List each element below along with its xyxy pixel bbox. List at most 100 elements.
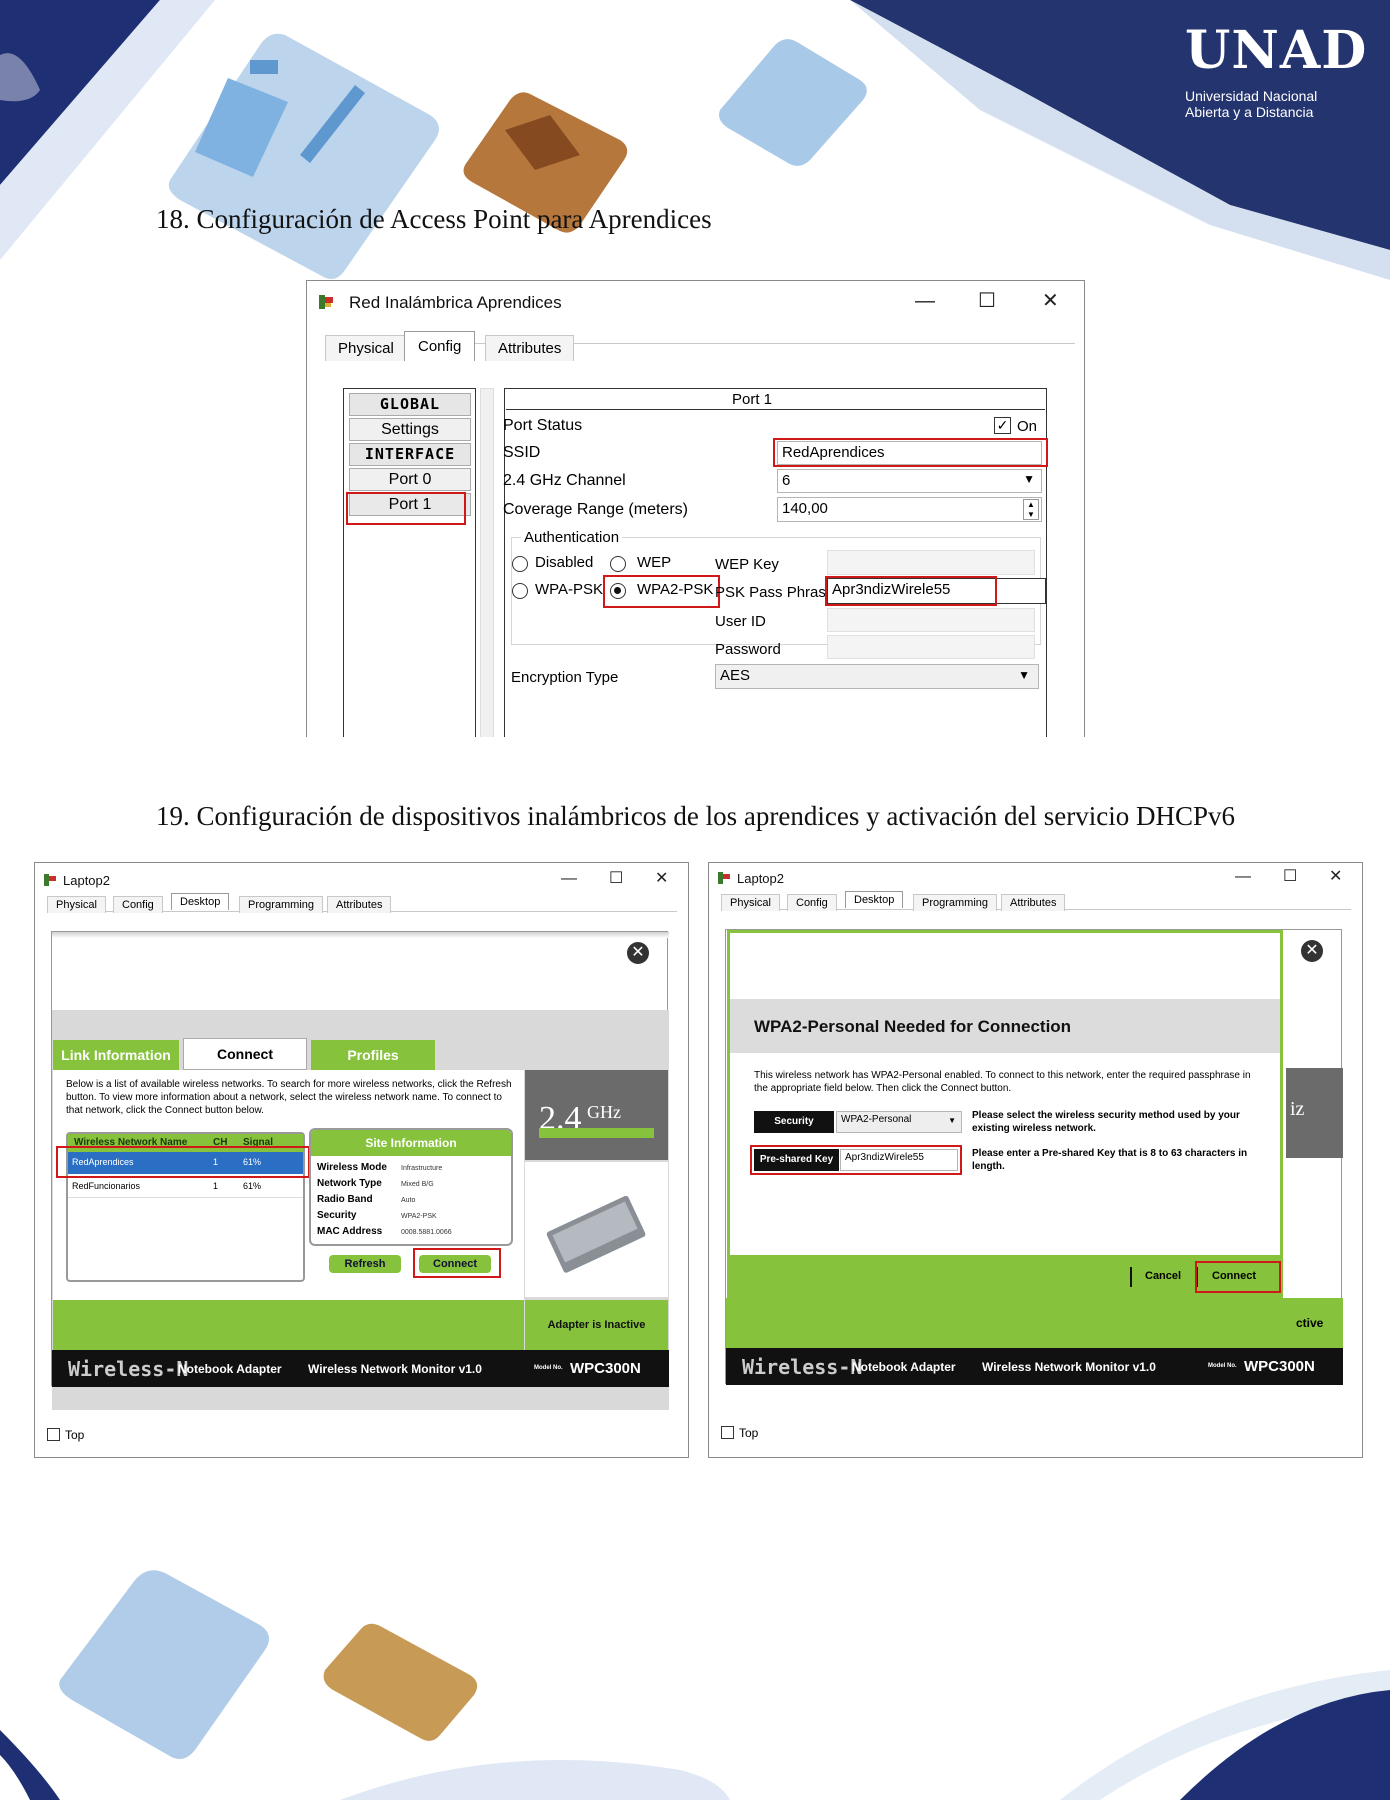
tab-programming[interactable]: Programming (913, 894, 998, 911)
value-network-type: Mixed B/G (401, 1181, 434, 1188)
chevron-down-icon: ▼ (1023, 472, 1035, 486)
tab-desktop[interactable]: Desktop (171, 893, 230, 910)
footer-product: Notebook Adapter (178, 1362, 282, 1376)
auth-legend: Authentication (521, 529, 623, 546)
ssid-input[interactable]: RedAprendices (777, 441, 1042, 465)
auth-wep-label: WEP (637, 554, 672, 571)
top-checkbox[interactable] (721, 1426, 734, 1439)
channel-value: 6 (782, 472, 791, 489)
ghz-partial: iz (1290, 1098, 1305, 1120)
psk-input[interactable]: Apr3ndizWirele55 (840, 1149, 958, 1171)
tab-programming[interactable]: Programming (239, 896, 324, 913)
window-title: Red Inalámbrica Aprendices (349, 293, 562, 312)
encryption-select[interactable]: AES ▼ (715, 664, 1039, 689)
connect-description: Below is a list of available wireless ne… (66, 1079, 512, 1116)
subtab-connect[interactable]: Connect (183, 1038, 307, 1070)
network-name: RedAprendices (72, 1157, 134, 1167)
site-info-values: Infrastructure Mixed B/G Auto WPA2-PSK 0… (401, 1161, 452, 1241)
refresh-button[interactable]: Refresh (329, 1255, 401, 1273)
user-id-input[interactable] (827, 608, 1035, 632)
close-button[interactable]: ✕ (655, 871, 668, 887)
password-input[interactable] (827, 635, 1035, 659)
key-mac-address: MAC Address (317, 1226, 383, 1237)
connect-button[interactable]: Connect (1212, 1270, 1256, 1282)
minimize-button[interactable]: — (561, 871, 577, 887)
cancel-button[interactable]: Cancel (1145, 1270, 1181, 1282)
network-signal: 61% (243, 1157, 262, 1167)
wpa2-dialog: WPA2-Personal Needed for Connection This… (727, 930, 1283, 1301)
subtab-link-information[interactable]: Link Information (53, 1040, 179, 1070)
value-mac-address: 0008.5881.0066 (401, 1229, 452, 1236)
nav-scrollbar[interactable] (480, 388, 494, 737)
tab-physical[interactable]: Physical (325, 335, 407, 361)
app-icon (717, 871, 731, 885)
port-status-value: On (1017, 418, 1038, 435)
radio-disabled[interactable] (512, 556, 528, 572)
close-icon[interactable]: ✕ (627, 942, 649, 964)
maximize-button[interactable]: ☐ (609, 871, 623, 887)
tab-attributes[interactable]: Attributes (485, 335, 575, 361)
key-wireless-mode: Wireless Mode (317, 1162, 387, 1173)
laptop-window-right: Laptop2 — ☐ ✕ Physical Config Desktop Pr… (708, 862, 1363, 1458)
security-select[interactable]: WPA2-Personal ▼ (836, 1111, 962, 1133)
network-ch: 1 (213, 1157, 219, 1167)
tab-config[interactable]: Config (787, 894, 837, 911)
security-help: Please select the wireless security meth… (972, 1110, 1240, 1134)
tab-attributes[interactable]: Attributes (1001, 894, 1066, 911)
tab-desktop[interactable]: Desktop (845, 891, 904, 908)
nav-interface[interactable]: INTERFACE (349, 443, 471, 466)
tab-config[interactable]: Config (113, 896, 163, 913)
subtab-profiles[interactable]: Profiles (311, 1040, 435, 1070)
nav-port-1[interactable]: Port 1 (349, 493, 471, 516)
radio-wep[interactable] (610, 556, 626, 572)
channel-select[interactable]: 6 ▼ (777, 469, 1042, 493)
close-button[interactable]: ✕ (1329, 869, 1342, 885)
nav-settings[interactable]: Settings (349, 418, 471, 441)
wep-key-label: WEP Key (715, 556, 779, 573)
wireless-monitor: ✕ Link Information Connect Profiles Belo… (51, 931, 669, 1410)
spinner-icon[interactable]: ▲ ▼ (1023, 499, 1039, 520)
auth-disabled-label: Disabled (535, 554, 594, 571)
monitor-footer: Wireless-N Notebook Adapter Wireless Net… (52, 1350, 669, 1387)
adapter-status-partial: ctive (1296, 1316, 1324, 1330)
minimize-button[interactable]: — (915, 291, 935, 311)
close-button[interactable]: ✕ (1042, 291, 1059, 311)
minimize-button[interactable]: — (1235, 869, 1251, 885)
tab-config[interactable]: Config (404, 331, 476, 361)
ghz-unit: GHz (587, 1102, 621, 1122)
footer-model: WPC300N (1244, 1358, 1315, 1375)
maximize-button[interactable]: ☐ (1283, 869, 1297, 885)
nav-global[interactable]: GLOBAL (349, 393, 471, 416)
coverage-input[interactable]: 140,00 ▲ ▼ (777, 497, 1042, 522)
col-name: Wireless Network Name (74, 1137, 188, 1148)
radio-wpa2-psk[interactable] (610, 583, 626, 599)
table-row[interactable]: RedFuncionarios 1 61% (68, 1176, 303, 1198)
network-name: RedFuncionarios (72, 1181, 141, 1191)
tab-attributes[interactable]: Attributes (327, 896, 392, 913)
radio-wpa-psk[interactable] (512, 583, 528, 599)
close-icon[interactable]: ✕ (1301, 940, 1323, 962)
tab-physical[interactable]: Physical (721, 894, 780, 911)
wep-key-input[interactable] (827, 550, 1035, 575)
port-status-label: Port Status (503, 417, 583, 434)
psk-input[interactable]: Apr3ndizWirele55 (827, 578, 1046, 604)
user-id-label: User ID (715, 613, 766, 630)
nav-port-0[interactable]: Port 0 (349, 468, 471, 491)
window-title: Laptop2 (737, 871, 784, 886)
wireless-monitor: ✕ iz ctive WPA2-Personal Needed for Conn… (725, 929, 1343, 1385)
channel-label: 2.4 GHz Channel (503, 472, 626, 489)
auth-wpa-psk-label: WPA-PSK (535, 581, 604, 598)
port-status-checkbox[interactable]: ✓ (994, 417, 1011, 434)
top-checkbox[interactable] (47, 1428, 60, 1441)
table-row[interactable]: RedAprendices 1 61% (68, 1152, 303, 1174)
laptop-window-left: Laptop2 — ☐ ✕ Physical Config Desktop Pr… (34, 862, 689, 1458)
chevron-down-icon: ▼ (1018, 668, 1030, 682)
maximize-button[interactable]: ☐ (978, 291, 996, 311)
logo-subtitle-1: Universidad Nacional (1185, 88, 1318, 104)
ghz-panel: iz (1286, 1068, 1343, 1158)
ghz-panel: 2.4 GHz (525, 1070, 668, 1160)
site-information: Site Information Wireless Mode Network T… (309, 1128, 513, 1246)
psk-help: Please enter a Pre-shared Key that is 8 … (972, 1148, 1248, 1172)
tab-physical[interactable]: Physical (47, 896, 106, 913)
connect-button[interactable]: Connect (419, 1255, 491, 1273)
